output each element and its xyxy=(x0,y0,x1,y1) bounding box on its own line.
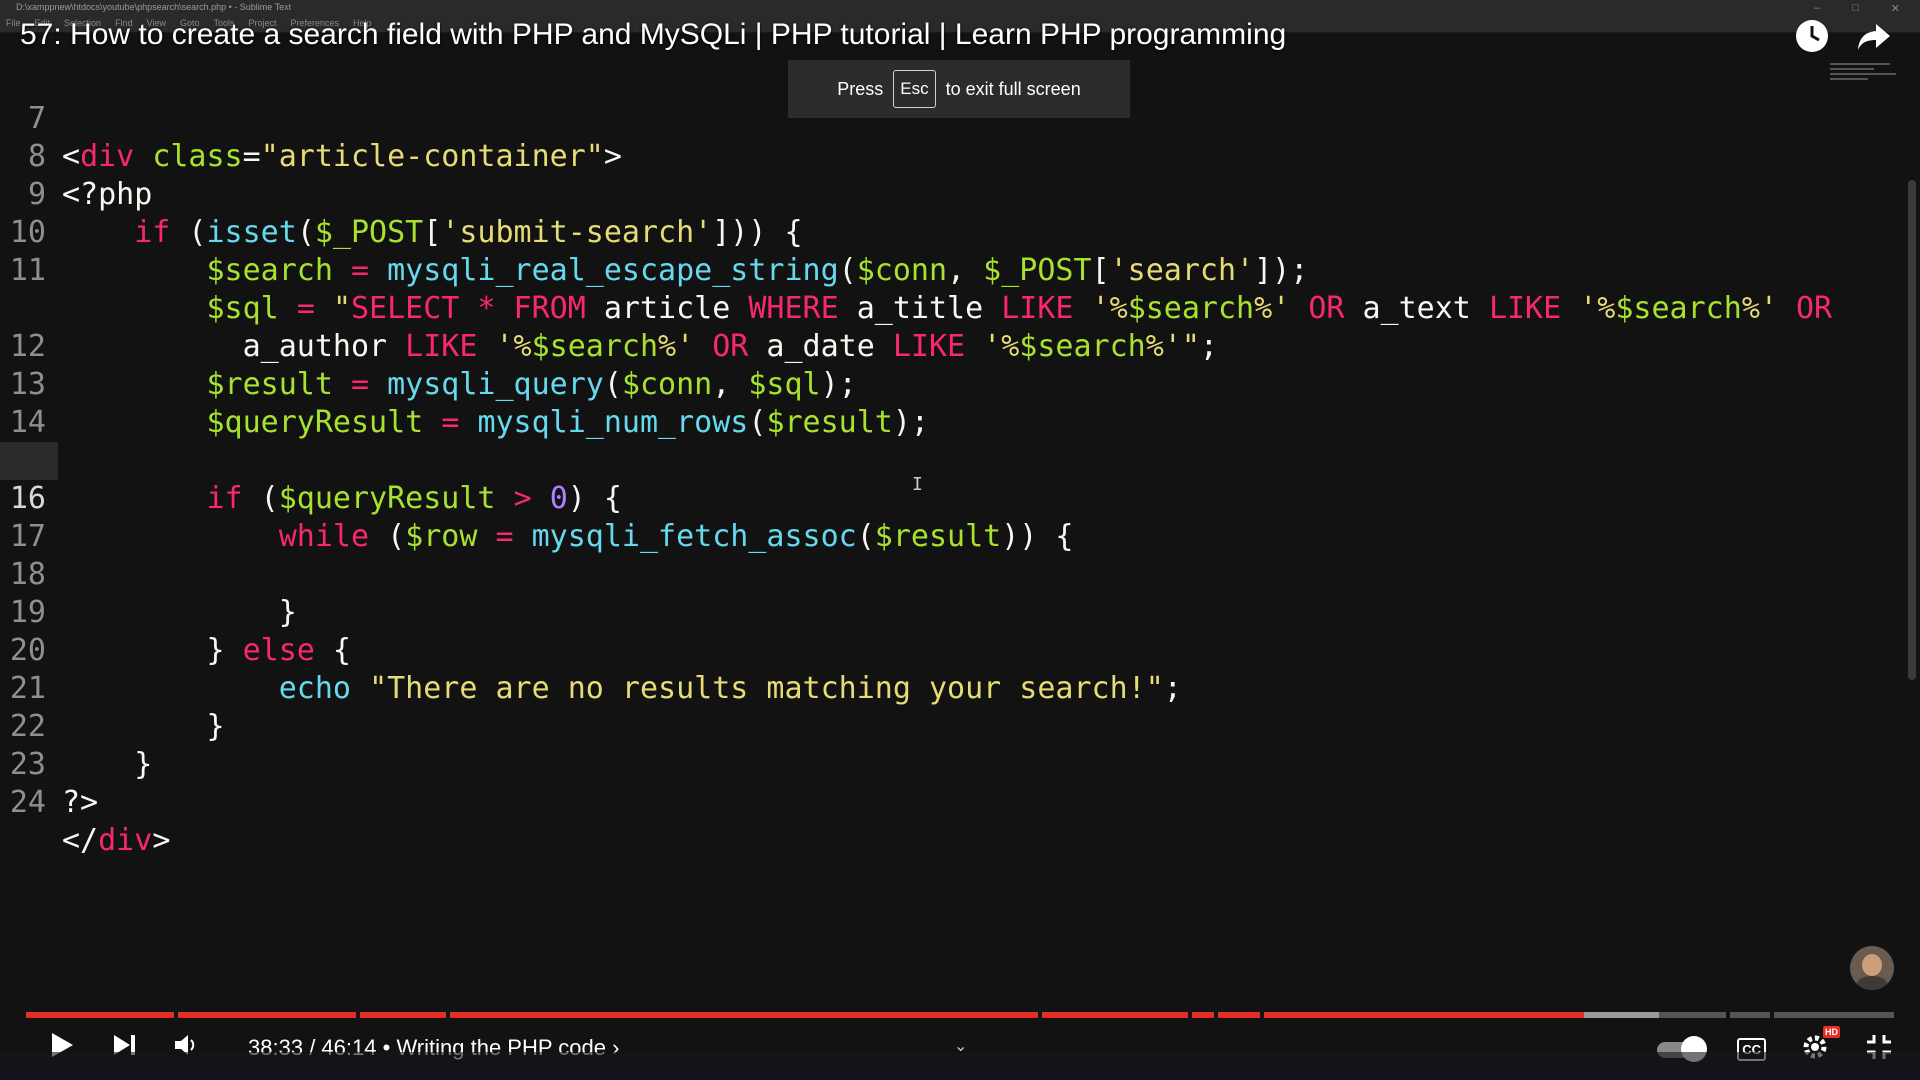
code-line: 22 } xyxy=(0,670,152,782)
code-line: 10 $search = mysqli_real_escape_string($… xyxy=(0,176,1308,288)
code-line: 20 echo "There are no results matching y… xyxy=(0,594,1182,706)
clock-icon[interactable] xyxy=(1794,18,1830,54)
code-text: while ($row = mysqli_fetch_assoc($result… xyxy=(278,519,1074,554)
code-line: 19 } else { xyxy=(0,556,351,668)
chapter-marker xyxy=(1260,1012,1264,1018)
code-text: } else { xyxy=(62,633,351,668)
window-path: D:\xamppnew\htdocs\youtube\phpsearch\sea… xyxy=(16,2,292,12)
chapter-marker xyxy=(1188,1012,1192,1018)
code-line: 12 $result = mysqli_query($conn, $sql); xyxy=(0,290,857,402)
close-icon[interactable]: ✕ xyxy=(1891,2,1900,15)
code-text: } xyxy=(62,595,297,630)
video-title[interactable]: 57: How to create a search field with PH… xyxy=(20,18,1286,52)
code-line: 21 } xyxy=(0,632,225,744)
code-line: 17 xyxy=(0,480,72,554)
maximize-icon[interactable]: □ xyxy=(1852,2,1859,15)
code-line: 9 if (isset($_POST['submit-search'])) { xyxy=(0,138,803,250)
code-line: 13 $queryResult = mysqli_num_rows($resul… xyxy=(0,328,929,440)
chapter-marker xyxy=(174,1012,178,1018)
played-bar xyxy=(26,1012,1584,1018)
code-line: a_author LIKE '%$search%' OR a_date LIKE… xyxy=(0,252,1218,364)
code-text: a_author LIKE '%$search%' OR a_date LIKE… xyxy=(62,329,1218,364)
code-text: $search = mysqli_real_escape_string($con… xyxy=(206,253,1309,288)
code-editor[interactable]: 7 <div class="article-container"> 8 <?ph… xyxy=(0,62,1900,1002)
code-line: 16 while ($row = mysqli_fetch_assoc($res… xyxy=(0,442,1074,554)
code-text: if (isset($_POST['submit-search'])) { xyxy=(134,215,803,250)
window-controls: – □ ✕ xyxy=(1814,2,1900,15)
menu-file[interactable]: File xyxy=(6,18,21,28)
code-text: } xyxy=(62,747,153,782)
channel-avatar[interactable] xyxy=(1850,946,1894,990)
hd-badge: HD xyxy=(1823,1026,1840,1038)
code-text: $result = mysqli_query($conn, $sql); xyxy=(206,367,857,402)
code-line: 15 if ($queryResult > 0) { xyxy=(0,404,622,516)
chapter-marker xyxy=(446,1012,450,1018)
code-line: 8 <?php xyxy=(0,100,152,212)
chapter-marker xyxy=(1726,1012,1730,1018)
code-text: if ($queryResult > 0) { xyxy=(206,481,622,516)
code-text: <?php xyxy=(62,177,153,212)
editor-scrollbar[interactable] xyxy=(1908,180,1916,680)
code-text: </div> xyxy=(62,823,171,858)
minimize-icon[interactable]: – xyxy=(1814,2,1820,15)
code-line: 18 } xyxy=(0,518,297,630)
chapter-marker xyxy=(1038,1012,1042,1018)
chapter-marker xyxy=(1770,1012,1774,1018)
code-line: 23 ?> xyxy=(0,708,98,820)
share-icon[interactable] xyxy=(1856,18,1892,54)
code-text: } xyxy=(62,709,225,744)
chapter-marker xyxy=(1214,1012,1218,1018)
code-line: 14 xyxy=(0,366,72,440)
chapter-marker xyxy=(356,1012,360,1018)
top-right-actions xyxy=(1794,18,1892,54)
minimap[interactable] xyxy=(1830,60,1900,96)
ibeam-cursor-icon: I xyxy=(912,474,923,495)
video-progress-bar[interactable] xyxy=(26,1012,1894,1018)
line-number: 24 xyxy=(9,785,46,820)
code-text: $sql = "SELECT * FROM article WHERE a_ti… xyxy=(206,291,1833,326)
code-text: <div class="article-container"> xyxy=(62,139,622,174)
code-text: $queryResult = mysqli_num_rows($result); xyxy=(206,405,930,440)
code-line: 11 $sql = "SELECT * FROM article WHERE a… xyxy=(0,214,1832,326)
os-taskbar xyxy=(0,1052,1920,1080)
code-text: echo "There are no results matching your… xyxy=(278,671,1182,706)
code-line: 7 <div class="article-container"> xyxy=(0,62,622,174)
code-line: 24 </div> xyxy=(0,746,171,858)
